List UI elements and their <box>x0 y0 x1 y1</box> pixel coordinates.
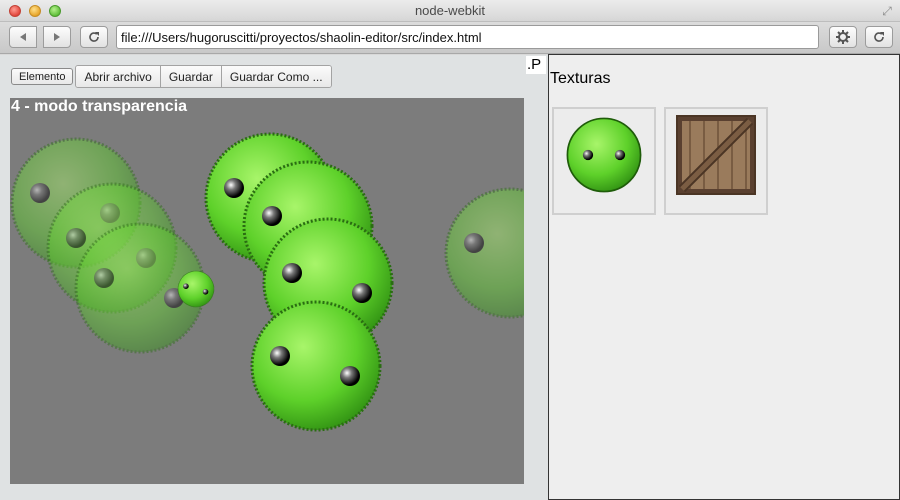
page-content: Elemento Abrir archivo Guardar Guardar C… <box>0 54 900 500</box>
back-button[interactable] <box>9 26 37 48</box>
elemento-button[interactable]: Elemento <box>11 68 74 85</box>
title-bar: node-webkit ⤢ <box>0 0 900 22</box>
file-button-group: Abrir archivo Guardar Guardar Como ... <box>75 65 332 88</box>
scene-canvas[interactable]: 4 - modo transparencia <box>10 98 524 484</box>
transparent-ball[interactable] <box>444 187 524 319</box>
settings-button[interactable] <box>829 26 857 48</box>
reload-icon <box>874 32 884 42</box>
window-title: node-webkit <box>414 3 486 18</box>
scene-sprites <box>10 132 524 432</box>
refresh-button[interactable] <box>865 26 893 48</box>
wooden-crate-texture-icon <box>676 115 756 195</box>
forward-button[interactable] <box>43 26 71 48</box>
address-bar[interactable]: file:///Users/hugoruscitti/proyectos/sha… <box>116 25 819 49</box>
forward-arrow-icon <box>54 33 60 41</box>
browser-toolbar: file:///Users/hugoruscitti/proyectos/sha… <box>0 22 900 54</box>
open-file-button[interactable]: Abrir archivo <box>76 66 161 87</box>
back-arrow-icon <box>20 33 26 41</box>
canvas-title: 4 - modo transparencia <box>11 98 188 115</box>
editor-button-row: Elemento Abrir archivo Guardar Guardar C… <box>11 65 332 88</box>
p-marker: .P <box>526 56 546 74</box>
fullscreen-icon[interactable]: ⤢ <box>880 4 894 18</box>
textures-panel: Texturas <box>548 54 900 500</box>
green-ball-texture-icon <box>566 117 642 193</box>
texture-slot-ball[interactable] <box>552 107 656 215</box>
save-as-button[interactable]: Guardar Como ... <box>221 66 331 87</box>
gear-icon <box>836 30 850 44</box>
ball-sprite[interactable] <box>250 300 382 432</box>
textures-title: Texturas <box>550 70 611 87</box>
reload-icon <box>89 32 99 42</box>
editor-panel: Elemento Abrir archivo Guardar Guardar C… <box>0 55 548 500</box>
reload-button[interactable] <box>80 26 108 48</box>
save-button[interactable]: Guardar <box>160 66 222 87</box>
texture-slot-crate[interactable] <box>664 107 768 215</box>
small-ball[interactable] <box>177 270 215 308</box>
